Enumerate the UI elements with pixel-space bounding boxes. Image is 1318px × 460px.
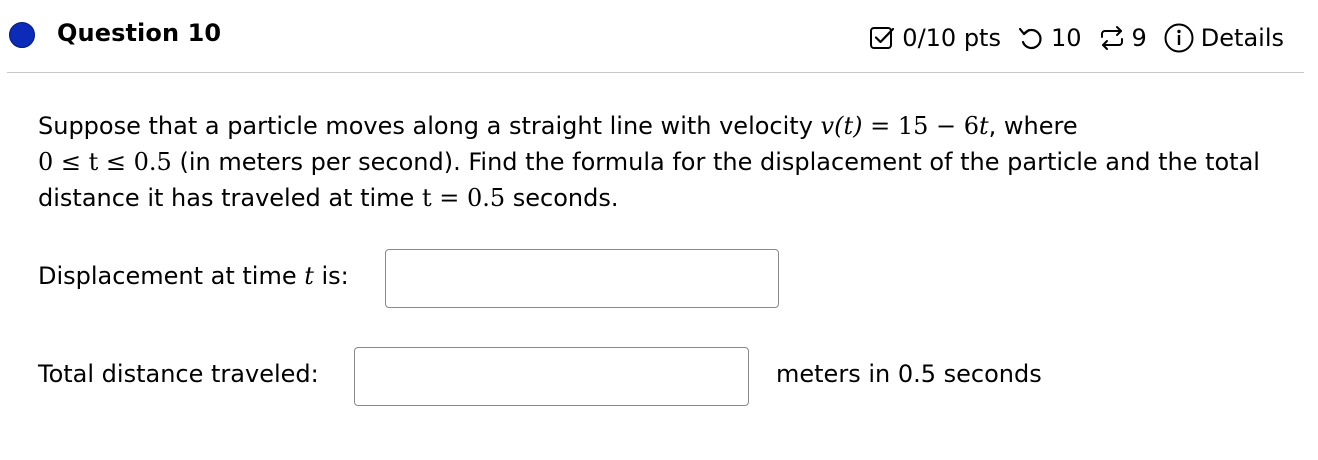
question-header: Question 10 0/10 pts 10 9 Details	[0, 0, 1318, 74]
submissions-count: 9	[1131, 24, 1147, 52]
points-indicator: 0/10 pts	[868, 24, 1001, 52]
question-meta: 0/10 pts 10 9 Details	[868, 22, 1284, 54]
math-velocity-lhs: v(t)	[820, 112, 863, 140]
question-page: Question 10 0/10 pts 10 9 Details Suppos…	[0, 0, 1318, 460]
points-text: 0/10 pts	[902, 24, 1001, 52]
undo-icon	[1017, 24, 1045, 52]
header-divider	[7, 72, 1304, 73]
details-button[interactable]: Details	[1163, 22, 1284, 54]
retries-indicator: 10	[1017, 24, 1082, 52]
details-label[interactable]: Details	[1201, 24, 1284, 52]
displacement-label: Displacement at time t is:	[38, 262, 349, 290]
question-text-part-3: (in meters per second). Find the formula…	[38, 148, 1260, 212]
info-icon	[1163, 22, 1195, 54]
question-text-part-2: , where	[988, 112, 1078, 140]
question-text-part-4: seconds.	[505, 184, 619, 212]
repeat-icon	[1098, 24, 1126, 52]
question-text-part-1: Suppose that a particle moves along a st…	[38, 112, 821, 140]
distance-unit-text: meters in 0.5 seconds	[776, 360, 1042, 388]
math-velocity-eq: = 15 − 6	[862, 112, 980, 140]
retries-count: 10	[1050, 24, 1082, 52]
displacement-label-var: t	[304, 262, 314, 290]
math-time: t = 0.5	[421, 184, 506, 212]
checkbox-icon	[868, 24, 896, 52]
math-velocity-var: t	[979, 112, 989, 140]
displacement-label-suffix: is:	[313, 262, 349, 290]
question-text: Suppose that a particle moves along a st…	[38, 108, 1288, 216]
math-range: 0 ≤ t ≤ 0.5	[38, 148, 172, 176]
displacement-input[interactable]	[385, 249, 779, 308]
math-velocity: v(t) = 15 − 6t	[821, 112, 989, 140]
displacement-label-prefix: Displacement at time	[38, 262, 305, 290]
distance-label: Total distance traveled:	[38, 360, 319, 388]
status-dot	[9, 22, 35, 48]
distance-input[interactable]	[354, 347, 749, 406]
question-title: Question 10	[57, 19, 222, 47]
submissions-indicator: 9	[1098, 24, 1147, 52]
